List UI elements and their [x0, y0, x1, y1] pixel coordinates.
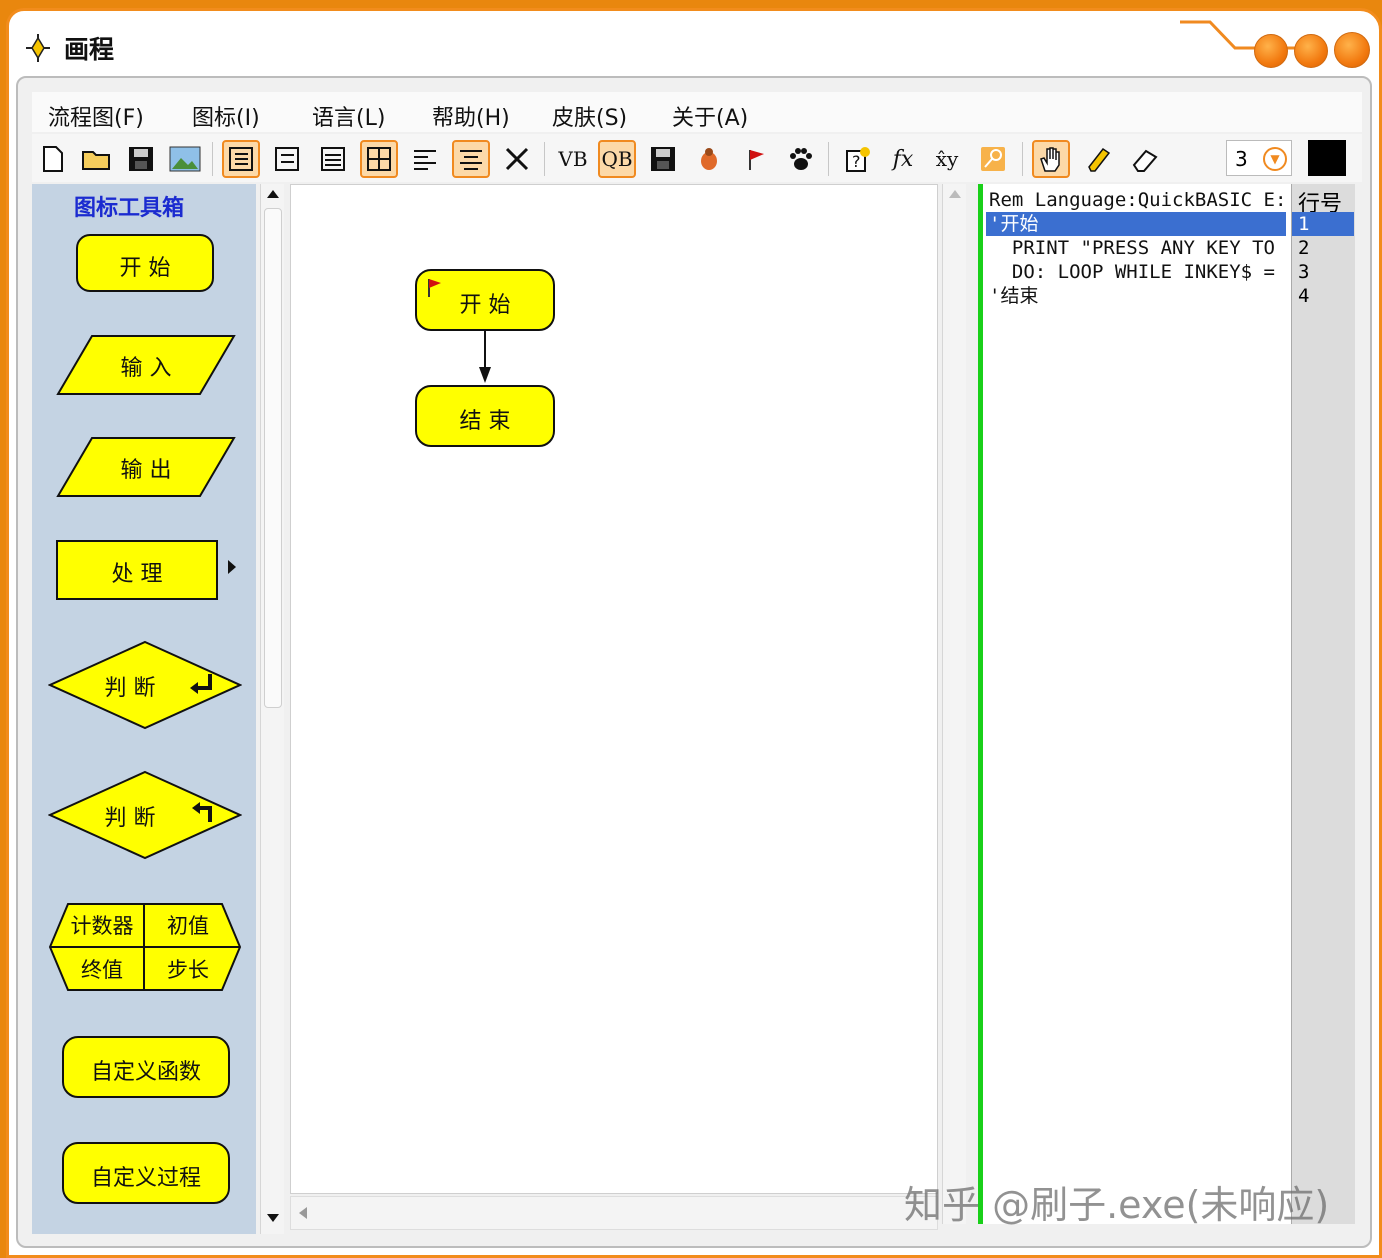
canvas-end-node[interactable]: 结 束: [415, 385, 555, 447]
loop-arrow-icon: [192, 802, 212, 822]
client-area: 流程图(F) 图标(I) 语言(L) 帮助(H) 皮肤(S) 关于(A) VB …: [16, 76, 1372, 1248]
scroll-left-icon[interactable]: [299, 1207, 307, 1219]
bug-icon[interactable]: [690, 140, 728, 178]
input-shape[interactable]: 输 入: [56, 334, 236, 396]
menu-about[interactable]: 关于(A): [672, 100, 748, 132]
paw-icon[interactable]: [782, 140, 820, 178]
window-title: 画程: [64, 35, 115, 64]
menu-icons[interactable]: 图标(I): [192, 100, 260, 132]
align-left-icon[interactable]: [406, 140, 444, 178]
code-line-4[interactable]: '结束: [989, 284, 1038, 308]
loop-shape[interactable]: 计数器 初值 终值 步长: [48, 902, 242, 992]
title-bar: 画程: [10, 14, 1372, 74]
minimize-button[interactable]: [1254, 34, 1288, 68]
line-number: 3: [1298, 261, 1310, 283]
color-swatch[interactable]: [1308, 140, 1346, 176]
help-icon[interactable]: ?: [838, 140, 876, 178]
image-icon[interactable]: [166, 140, 204, 178]
flag-icon[interactable]: [736, 140, 774, 178]
layout-lines-icon[interactable]: [314, 140, 352, 178]
user-procedure-shape[interactable]: 自定义过程: [62, 1142, 230, 1204]
toolbar: VB QB ? fx x̂y 3 ▼: [32, 134, 1362, 182]
save-icon[interactable]: [122, 140, 160, 178]
watermark: 知乎 @刷子.exe(未响应): [904, 1183, 1330, 1227]
menu-skin[interactable]: 皮肤(S): [552, 100, 627, 132]
layout-list-2-icon[interactable]: [268, 140, 306, 178]
maximize-button[interactable]: [1294, 34, 1328, 68]
code-header: Rem Language:QuickBASIC E:: [989, 189, 1287, 211]
toolbox-scrollbar[interactable]: [260, 184, 284, 1234]
canvas-horizontal-scrollbar[interactable]: [290, 1196, 938, 1230]
code-line-1[interactable]: '开始: [986, 212, 1286, 236]
qb-icon[interactable]: QB: [598, 140, 636, 178]
menu-flowchart[interactable]: 流程图(F): [48, 100, 144, 132]
code-panel[interactable]: Rem Language:QuickBASIC E: '开始 PRINT "PR…: [978, 184, 1355, 1224]
line-number-column: 行号 1 2 3 4: [1291, 184, 1355, 1224]
open-folder-icon[interactable]: [78, 140, 116, 178]
output-shape[interactable]: 输 出: [56, 436, 236, 498]
align-center-icon[interactable]: [452, 140, 490, 178]
line-width-select[interactable]: 3 ▼: [1226, 140, 1292, 176]
vb-icon[interactable]: VB: [554, 140, 592, 178]
user-function-shape[interactable]: 自定义函数: [62, 1036, 230, 1098]
canvas-vertical-scrollbar[interactable]: [942, 184, 966, 1224]
scroll-thumb[interactable]: [264, 208, 282, 708]
line-number: 1: [1292, 212, 1354, 236]
chevron-down-icon[interactable]: ▼: [1263, 147, 1287, 171]
code-line-2[interactable]: PRINT "PRESS ANY KEY TO: [989, 236, 1275, 260]
pencil-icon[interactable]: [1080, 140, 1118, 178]
new-file-icon[interactable]: [34, 140, 72, 178]
line-number: 4: [1298, 285, 1310, 307]
scroll-up-icon[interactable]: [267, 190, 279, 198]
scroll-up-icon[interactable]: [949, 190, 961, 198]
eraser-icon[interactable]: [1126, 140, 1164, 178]
start-shape[interactable]: 开 始: [76, 234, 214, 292]
icon-toolbox: 图标工具箱 开 始 输 入 输 出 处 理 判 断 判 断 计数器 初值 终值 …: [32, 184, 256, 1234]
hand-icon[interactable]: [1032, 140, 1070, 178]
app-icon: [26, 34, 50, 62]
scroll-down-icon[interactable]: [267, 1214, 279, 1222]
svg-text:?: ?: [852, 152, 861, 171]
layout-grid-icon[interactable]: [360, 140, 398, 178]
key-icon[interactable]: [974, 140, 1012, 178]
function-icon[interactable]: fx: [884, 140, 922, 178]
menu-language[interactable]: 语言(L): [312, 100, 385, 132]
flowchart-canvas[interactable]: 开 始 结 束: [290, 184, 938, 1194]
menu-bar: 流程图(F) 图标(I) 语言(L) 帮助(H) 皮肤(S) 关于(A): [32, 92, 1362, 132]
line-number: 2: [1298, 237, 1310, 259]
code-line-3[interactable]: DO: LOOP WHILE INKEY$ =: [989, 260, 1275, 284]
decision-no-shape[interactable]: 判 断: [48, 770, 242, 860]
delete-icon[interactable]: [498, 140, 536, 178]
process-shape[interactable]: 处 理: [56, 540, 218, 600]
close-button[interactable]: [1334, 32, 1370, 68]
flow-arrow: [479, 331, 491, 383]
toolbox-title: 图标工具箱: [74, 196, 185, 221]
return-arrow-icon: [190, 674, 212, 694]
layout-list-icon[interactable]: [222, 140, 260, 178]
canvas-start-node[interactable]: 开 始: [415, 269, 555, 331]
power-icon[interactable]: x̂y: [928, 140, 966, 178]
decision-yes-shape[interactable]: 判 断: [48, 640, 242, 730]
menu-help[interactable]: 帮助(H): [432, 100, 510, 132]
caret-right-icon[interactable]: [228, 560, 236, 574]
save-code-icon[interactable]: [644, 140, 682, 178]
